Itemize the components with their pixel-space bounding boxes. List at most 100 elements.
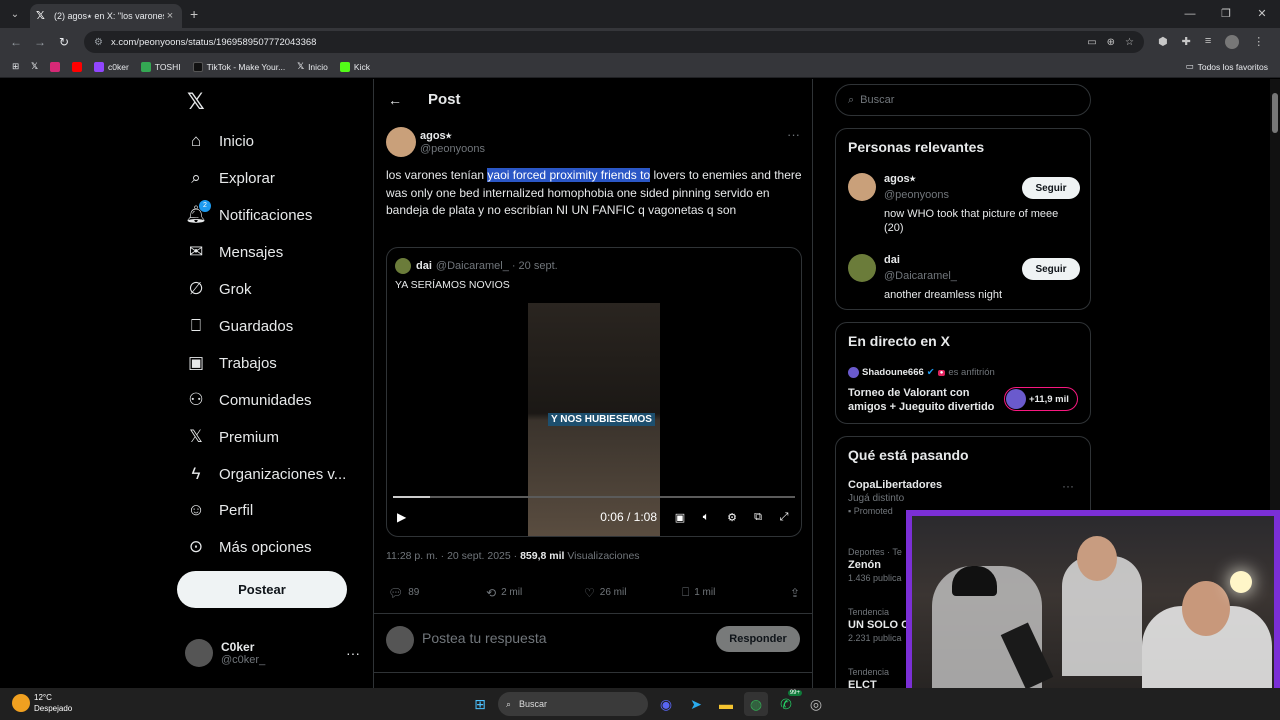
reply-button[interactable]: 💬︎ 89 — [388, 585, 486, 600]
quoted-post[interactable]: dai @Daicaramel_ · 20 sept. YA SERÍAMOS … — [386, 247, 802, 537]
search-input[interactable]: ⌕ Buscar — [835, 84, 1091, 116]
discord-icon[interactable]: ◉ — [654, 692, 678, 716]
author-handle[interactable]: @peonyoons — [420, 143, 485, 155]
settings-icon[interactable]: ⚙ — [719, 511, 745, 524]
bookmark-icon: ⎕ — [682, 585, 690, 599]
whatsapp-icon[interactable]: ✆ 99+ — [774, 690, 802, 716]
tab-close-icon[interactable]: × — [164, 10, 176, 22]
person-name[interactable]: dai — [884, 254, 900, 266]
bookmark-toshi[interactable]: TOSHI — [140, 61, 181, 72]
nav-item-guardados[interactable]: ⎕ Guardados — [185, 311, 293, 341]
bookmark-button[interactable]: ⎕ 1 mil — [682, 585, 780, 600]
repost-icon: ⟲ — [486, 585, 497, 600]
person-name[interactable]: agos⭑ — [884, 173, 916, 186]
nav-item-organizaciones[interactable]: ϟ Organizaciones v... — [185, 459, 347, 489]
post-button[interactable]: Postear — [177, 571, 347, 608]
avatar[interactable] — [386, 127, 416, 157]
nav-item-inicio[interactable]: ⌂ Inicio — [185, 126, 254, 156]
url-input[interactable]: ⚙ x.com/peonyoons/status/196958950777204… — [84, 31, 1144, 53]
maximize-icon[interactable]: ❐ — [1208, 0, 1244, 28]
shield-icon[interactable]: ⬢ — [1158, 35, 1168, 49]
reply-input[interactable]: Postea tu respuesta — [422, 630, 547, 646]
video-progress-bar[interactable] — [393, 496, 795, 498]
nav-item-trabajos[interactable]: ▣ Trabajos — [185, 348, 277, 378]
bookmark-kick[interactable]: Kick — [339, 61, 370, 72]
account-switcher[interactable]: C0ker @c0ker_ ··· — [185, 639, 360, 667]
bell-icon: 🔔︎ 2 — [185, 200, 211, 226]
bookmark-inicio[interactable]: 𝕏 Inicio — [297, 61, 328, 72]
extensions-icon[interactable]: ✚ — [1182, 35, 1191, 49]
repost-button[interactable]: ⟲ 2 mil — [486, 585, 584, 600]
all-bookmarks[interactable]: ▭ Todos los favoritos — [1186, 61, 1268, 72]
bookmark-x[interactable]: 𝕏 — [31, 61, 38, 72]
like-button[interactable]: ♡ 26 mil — [584, 585, 682, 600]
volume-icon[interactable]: 🔈︎ — [693, 511, 719, 524]
post-more-icon[interactable]: ··· — [787, 127, 800, 142]
trending-title: Qué está pasando — [848, 447, 969, 463]
video-player[interactable]: Y NOS HUBIESEMOS — [528, 303, 660, 536]
nav-item-comunidades[interactable]: ⚇ Comunidades — [185, 385, 311, 415]
profile-avatar[interactable] — [1225, 35, 1240, 49]
fullscreen-icon[interactable]: ⤢ — [771, 511, 797, 524]
chrome-icon[interactable]: ◍ — [744, 692, 768, 716]
install-icon[interactable]: ▭ — [1087, 37, 1096, 48]
bookmark-youtube[interactable] — [71, 61, 82, 72]
star-icon[interactable]: ☆ — [1125, 37, 1134, 48]
author-name[interactable]: agos⭑ — [420, 130, 485, 143]
weather-widget[interactable]: 12°C Despejado — [12, 692, 72, 714]
avatar[interactable] — [848, 254, 876, 282]
follow-button[interactable]: Seguir — [1022, 258, 1080, 280]
nav-item-mas-opciones[interactable]: ⊙ Más opciones — [185, 532, 312, 562]
folder-icon[interactable]: ▬ — [714, 692, 738, 716]
nav-item-premium[interactable]: 𝕏 Premium — [185, 422, 279, 452]
more-circle-icon: ⊙ — [188, 537, 204, 556]
live-card: En directo en X Shadoune666 ✔ ● es anfit… — [835, 322, 1091, 424]
bookmark-tiktok[interactable]: TikTok - Make Your... — [192, 61, 285, 72]
windows-start-icon[interactable]: ⊞ — [468, 692, 492, 716]
forward-icon[interactable]: → — [28, 35, 52, 49]
whatsapp-badge: 99+ — [787, 690, 802, 696]
avatar[interactable] — [848, 173, 876, 201]
avatar — [185, 639, 213, 667]
nav-item-mensajes[interactable]: ✉ Mensajes — [185, 237, 283, 267]
tab-search-icon[interactable]: ⌄ — [4, 3, 26, 25]
close-window-icon[interactable]: ✕ — [1244, 0, 1280, 28]
play-icon[interactable]: ▶ — [397, 510, 406, 524]
back-icon[interactable]: ← — [4, 35, 28, 49]
browser-tab[interactable]: 𝕏 (2) agos⭑ en X: "los varones te × — [30, 4, 182, 28]
telegram-icon[interactable]: ➤ — [684, 692, 708, 716]
post-timestamp[interactable]: 11:28 p. m. · 20 sept. 2025 · — [386, 550, 520, 562]
nav-item-perfil[interactable]: ☺ Perfil — [185, 495, 253, 525]
taskbar-search[interactable]: ⌕ Buscar — [498, 692, 648, 716]
minimize-icon[interactable]: — — [1172, 0, 1208, 28]
zoom-icon[interactable]: ⊕ — [1107, 37, 1115, 48]
live-badge-icon: ● — [937, 369, 946, 376]
live-listeners[interactable]: +11,9 mil — [1004, 387, 1078, 411]
nav-item-notificaciones[interactable]: 🔔︎ 2 Notificaciones — [185, 200, 312, 230]
live-host-row[interactable]: Shadoune666 ✔ ● es anfitrión — [848, 367, 995, 378]
trend-more-icon[interactable]: ··· — [1062, 479, 1074, 493]
avatar — [386, 626, 414, 654]
apps-icon[interactable]: ⊞ — [12, 61, 19, 72]
post-author[interactable]: agos⭑ @peonyoons — [386, 127, 485, 157]
share-button[interactable]: ⇪ — [790, 585, 800, 600]
obs-icon[interactable]: ◎ — [804, 692, 828, 716]
scrollbar-thumb[interactable] — [1272, 93, 1278, 133]
new-tab-icon[interactable]: + — [190, 6, 198, 22]
bookmark-instagram[interactable] — [49, 61, 60, 72]
follow-button[interactable]: Seguir — [1022, 177, 1080, 199]
back-arrow-icon[interactable]: ← — [388, 92, 402, 108]
x-logo-icon[interactable]: 𝕏 — [187, 89, 205, 115]
nav-item-explorar[interactable]: ⌕ Explorar — [185, 163, 275, 193]
site-info-icon[interactable]: ⚙ — [94, 37, 103, 48]
pip-icon[interactable]: ⧉ — [745, 511, 771, 524]
youtube-icon — [71, 61, 82, 72]
reading-list-icon[interactable]: ≡ — [1205, 35, 1211, 49]
nav-item-grok[interactable]: ∅ Grok — [185, 274, 252, 304]
menu-icon[interactable]: ⋮ — [1253, 35, 1264, 49]
reload-icon[interactable]: ↻ — [52, 35, 76, 49]
live-stream-title[interactable]: Torneo de Valorant con amigos + Jueguito… — [848, 386, 998, 414]
captions-icon[interactable]: ▣ — [667, 511, 693, 524]
bookmark-c0ker[interactable]: c0ker — [93, 61, 129, 72]
reply-submit-button[interactable]: Responder — [716, 626, 800, 652]
